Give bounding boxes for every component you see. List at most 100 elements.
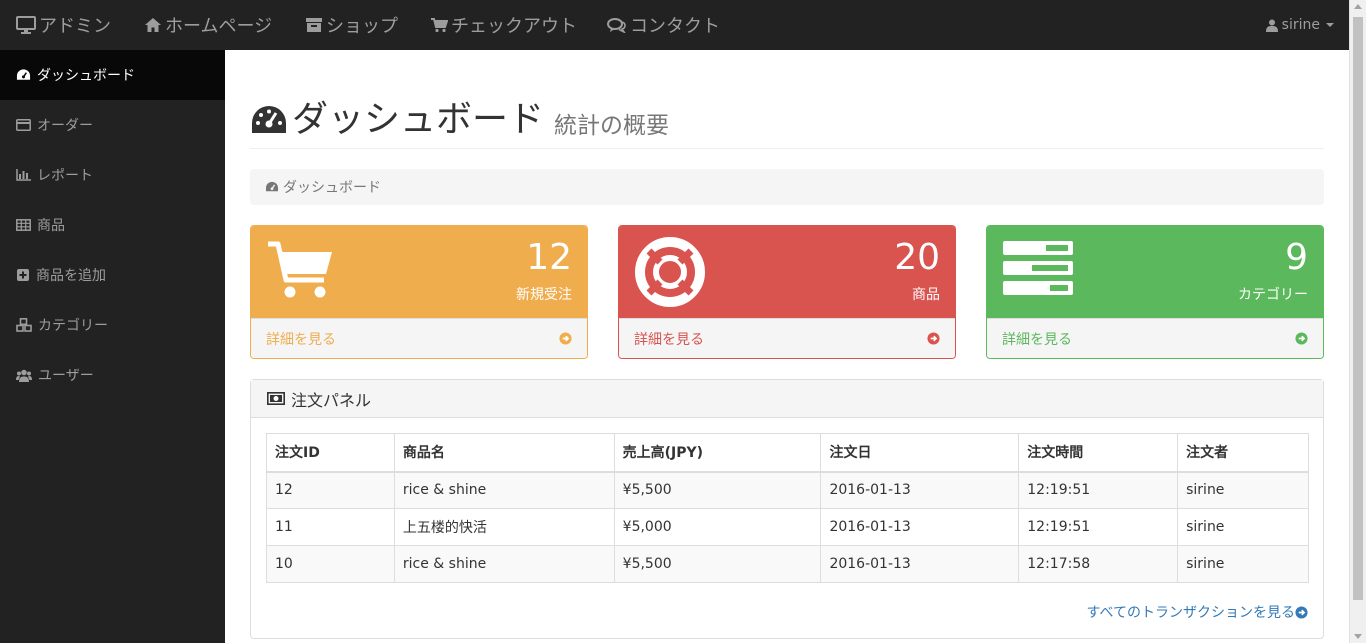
user-menu[interactable]: sirine (1265, 0, 1334, 50)
stat-card-new-orders: 12 新規受注 詳細を見る (250, 225, 588, 359)
stat-value: 12 (526, 237, 572, 278)
scroll-down-arrow-icon[interactable] (1354, 634, 1362, 639)
table-cell: 12:17:58 (1018, 545, 1179, 583)
cubes-icon (16, 318, 32, 332)
sidebar-item-users[interactable]: ユーザー (0, 350, 225, 400)
nav-link-checkout-label: チェックアウト (451, 16, 577, 37)
vertical-scrollbar[interactable] (1349, 0, 1366, 643)
money-icon (267, 392, 285, 405)
orders-table: 注文ID 商品名 売上高(JPY) 注文日 注文時間 注文者 12 rice &… (266, 433, 1309, 583)
sidebar-item-label: ユーザー (38, 368, 94, 384)
breadcrumb-active: ダッシュボード (283, 180, 381, 196)
table-cell: sirine (1177, 471, 1309, 509)
view-details-label: 詳細を見る (1002, 331, 1072, 348)
view-details-label: 詳細を見る (634, 331, 704, 348)
table-cell: 上五楼的快活 (393, 508, 615, 546)
sidebar: ダッシュボード オーダー レポート 商品 商品を追加 カテゴリー ユーザー (0, 50, 225, 643)
table-cell: 2016-01-13 (820, 471, 1020, 509)
sidebar-item-orders[interactable]: オーダー (0, 100, 225, 150)
home-icon (145, 18, 161, 32)
nav-link-shop[interactable]: ショップ (305, 0, 398, 50)
view-details-link[interactable]: 詳細を見る (251, 318, 587, 358)
stat-value: 9 (1285, 237, 1308, 278)
user-icon (1265, 19, 1278, 32)
table-cell: 12:19:51 (1018, 508, 1179, 546)
stat-label: カテゴリー (1238, 287, 1308, 303)
table-cell: sirine (1177, 508, 1309, 546)
table-cell: rice & shine (393, 471, 615, 509)
sidebar-item-label: 商品を追加 (36, 268, 106, 284)
stat-value: 20 (894, 237, 940, 278)
credit-card-icon (16, 119, 31, 131)
sidebar-item-label: 商品 (37, 218, 65, 234)
table-cell: ¥5,000 (613, 508, 822, 546)
nav-link-checkout[interactable]: チェックアウト (430, 0, 577, 50)
dashboard-icon (16, 69, 31, 80)
table-cell: 11 (266, 508, 395, 546)
stat-label: 商品 (912, 287, 940, 303)
page-title: ダッシュボード (250, 102, 544, 138)
table-cell: ¥5,500 (613, 471, 822, 509)
arrow-circle-right-icon (927, 332, 940, 345)
table-cell: 10 (266, 545, 395, 583)
view-details-link[interactable]: 詳細を見る (987, 318, 1323, 358)
dashboard-icon (266, 181, 278, 192)
cart-icon (431, 18, 448, 33)
orders-panel-title: 注文パネル (291, 390, 372, 410)
table-cell: rice & shine (393, 545, 615, 583)
nav-brand[interactable]: アドミン (16, 0, 111, 50)
arrow-circle-right-icon (1295, 332, 1308, 345)
scroll-up-arrow-icon[interactable] (1354, 4, 1362, 9)
sidebar-item-reports[interactable]: レポート (0, 150, 225, 200)
scroll-thumb[interactable] (1353, 17, 1363, 600)
column-header: 注文日 (820, 433, 1020, 473)
breadcrumb: ダッシュボード (250, 169, 1324, 205)
table-row: 12 rice & shine ¥5,500 2016-01-13 12:19:… (266, 471, 1309, 509)
stat-card-header: 20 商品 (619, 226, 955, 318)
view-details-link[interactable]: 詳細を見る (619, 318, 955, 358)
arrow-circle-right-icon (1295, 605, 1308, 619)
caret-down-icon (1326, 23, 1334, 27)
sidebar-item-products[interactable]: 商品 (0, 200, 225, 250)
life-ring-icon (635, 237, 705, 307)
table-cell: 2016-01-13 (820, 508, 1020, 546)
view-details-label: 詳細を見る (266, 331, 336, 348)
archive-icon (306, 18, 322, 32)
column-header: 注文者 (1177, 433, 1309, 473)
table-cell: 12 (266, 471, 395, 509)
page-header: ダッシュボード 統計の概要 (250, 96, 1324, 149)
column-header: 注文ID (266, 433, 395, 473)
table-cell: 12:19:51 (1018, 471, 1179, 509)
table-cell: 2016-01-13 (820, 545, 1020, 583)
table-cell: sirine (1177, 545, 1309, 583)
stat-card-header: 12 新規受注 (251, 226, 587, 318)
sidebar-item-dashboard[interactable]: ダッシュボード (0, 50, 225, 100)
stat-card-categories: 9 カテゴリー 詳細を見る (986, 225, 1324, 359)
column-header: 商品名 (393, 433, 615, 473)
stat-label: 新規受注 (516, 287, 572, 303)
stat-card-header: 9 カテゴリー (987, 226, 1323, 318)
shopping-cart-icon (268, 241, 332, 298)
table-row: 11 上五楼的快活 ¥5,000 2016-01-13 12:19:51 sir… (266, 508, 1309, 546)
orders-panel-header: 注文パネル (251, 380, 1323, 418)
view-all-transactions-link[interactable]: すべてのトランザクションを見る (1087, 602, 1308, 622)
nav-link-contact-label: コンタクト (630, 16, 720, 37)
sidebar-item-categories[interactable]: カテゴリー (0, 300, 225, 350)
sidebar-item-label: オーダー (37, 118, 93, 134)
sidebar-item-label: レポート (37, 168, 93, 184)
arrow-circle-right-icon (559, 332, 572, 345)
nav-link-home[interactable]: ホームページ (144, 0, 272, 50)
table-row: 10 rice & shine ¥5,500 2016-01-13 12:17:… (266, 545, 1309, 583)
view-all-transactions-label: すべてのトランザクションを見る (1086, 605, 1295, 621)
nav-brand-label: アドミン (39, 16, 111, 37)
main-content: ダッシュボード 統計の概要 ダッシュボード 12 新規受注 詳細を見る 20 商… (226, 50, 1349, 643)
sidebar-item-label: カテゴリー (38, 318, 108, 334)
stat-card-products: 20 商品 詳細を見る (618, 225, 956, 359)
nav-link-contact[interactable]: コンタクト (607, 0, 720, 50)
page-subtitle: 統計の概要 (554, 113, 670, 139)
top-navbar: アドミン ホームページ ショップ チェックアウト コンタクト sirine (0, 0, 1366, 50)
user-name: sirine (1281, 17, 1320, 33)
users-icon (16, 369, 32, 382)
nav-link-home-label: ホームページ (165, 16, 273, 37)
sidebar-item-add-product[interactable]: 商品を追加 (0, 250, 225, 300)
